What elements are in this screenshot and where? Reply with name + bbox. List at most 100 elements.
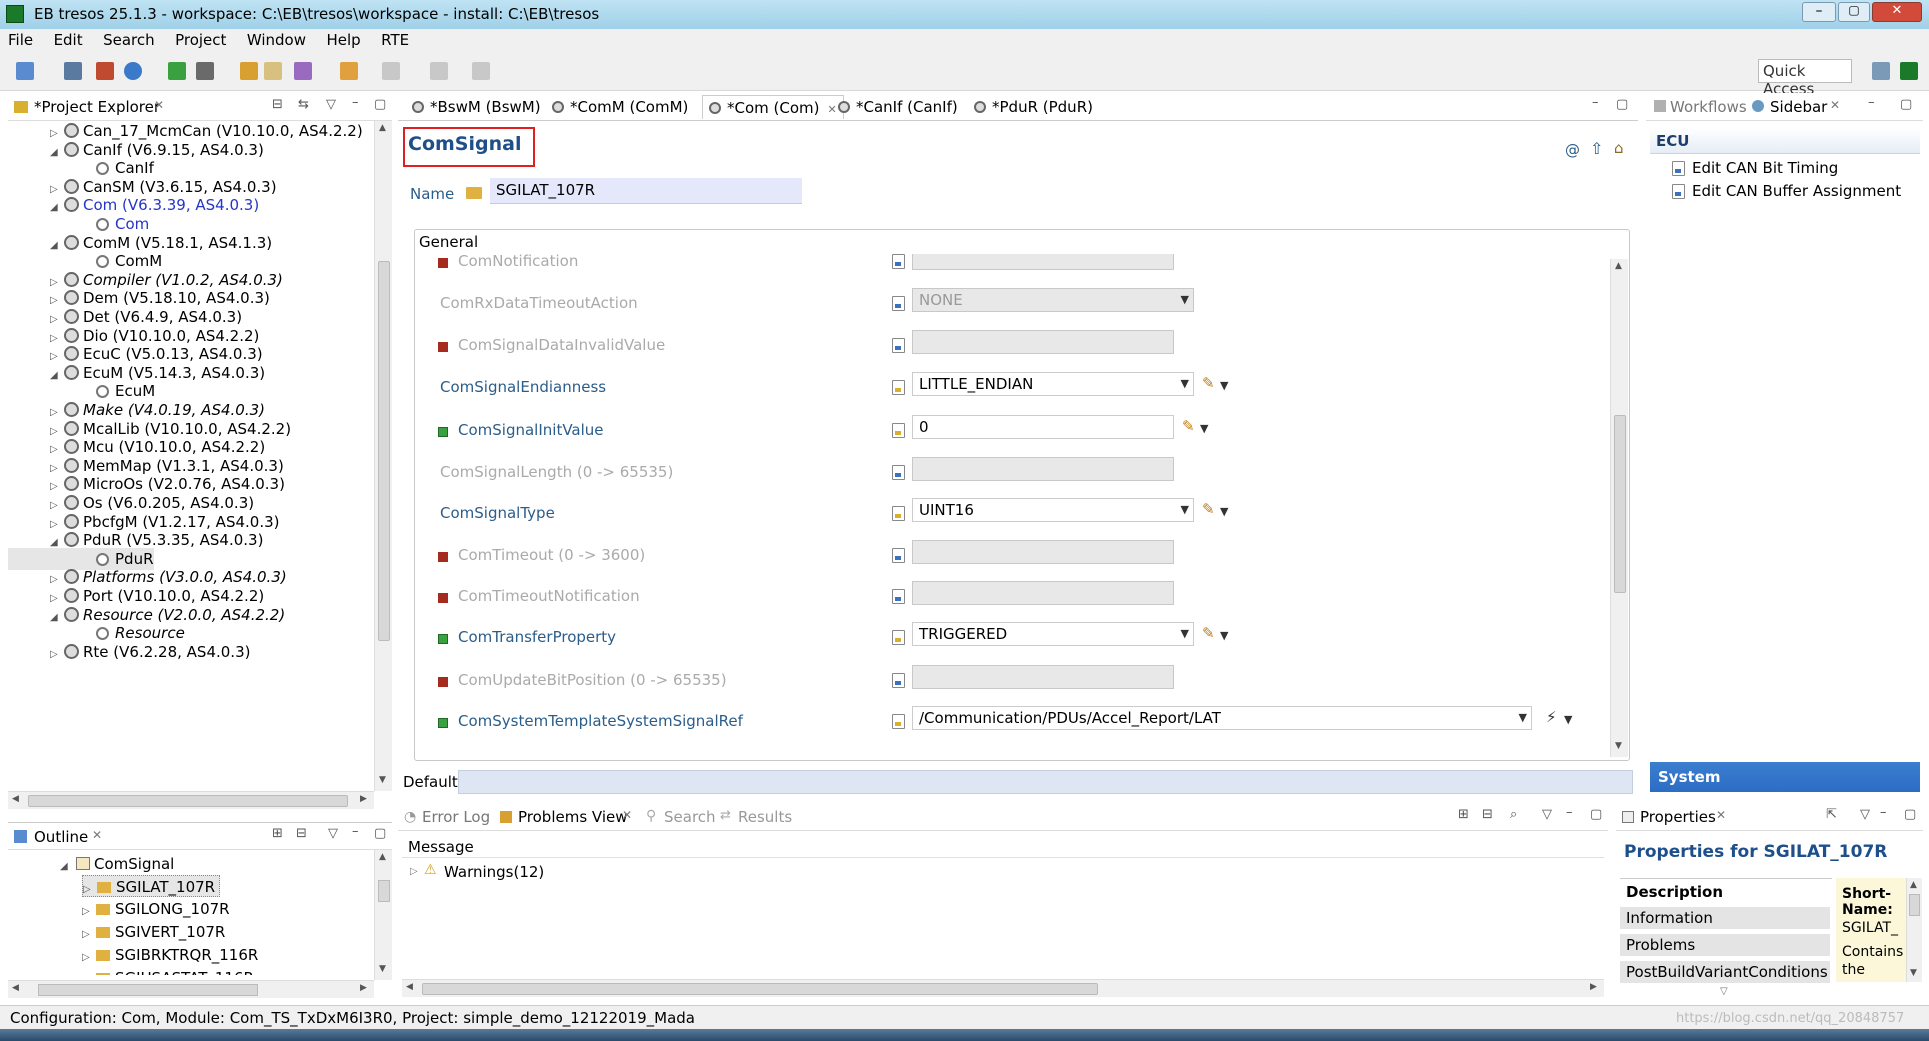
param-field[interactable]: /Communication/PDUs/Accel_Report/LAT ▼ (912, 706, 1532, 730)
pencil-icon[interactable]: ✎ (1202, 500, 1215, 518)
search-tab[interactable]: Search (664, 808, 716, 826)
param-field[interactable]: LITTLE_ENDIAN ▼ (912, 372, 1194, 396)
check-icon[interactable] (168, 62, 186, 80)
minimize-view-icon[interactable]: – (1592, 95, 1599, 110)
outline-title[interactable]: Outline (34, 828, 88, 846)
expand-all-icon[interactable]: ⊞ (272, 826, 283, 841)
editor-tab[interactable]: *Com (Com) ✕ (702, 95, 844, 119)
default-tab[interactable]: Default (403, 773, 458, 791)
help-icon[interactable]: @ (1565, 141, 1580, 159)
menu-file[interactable]: File (0, 29, 41, 49)
close-icon[interactable]: ✕ (154, 98, 164, 112)
menu-edit[interactable]: Edit (46, 29, 91, 49)
outline-hscrollbar[interactable]: ◀ ▶ (8, 980, 374, 998)
maximize-button[interactable]: ▢ (1838, 2, 1870, 22)
dropdown-arrow-icon[interactable]: ▼ (1220, 505, 1228, 518)
param-field[interactable]: UINT16 ▼ (912, 498, 1194, 522)
expand-arrow-icon[interactable]: ▷ (50, 644, 64, 666)
back-icon[interactable] (340, 62, 358, 80)
minimize-view-icon[interactable]: – (1566, 805, 1573, 820)
general-tab[interactable]: General (417, 233, 481, 251)
nav-icon[interactable] (430, 62, 448, 80)
expand-arrow-icon[interactable]: ▷ (410, 866, 418, 877)
problems-view-tab[interactable]: Problems View (518, 808, 628, 826)
dropdown-arrow-icon[interactable]: ▼ (1200, 422, 1208, 435)
tree-item[interactable]: ▷ Rte (V6.2.28, AS4.0.3) (8, 641, 250, 663)
redo-icon[interactable] (264, 62, 282, 80)
scroll-thumb[interactable] (378, 880, 390, 902)
link-editor-icon[interactable]: ⇆ (298, 97, 309, 112)
expand-arrow-icon[interactable]: ▷ (82, 947, 96, 969)
globe-icon[interactable] (124, 62, 142, 80)
forward-icon[interactable] (382, 62, 400, 80)
project-tree-vscrollbar[interactable]: ▲ ▼ (374, 121, 392, 791)
system-section-footer[interactable]: System (1650, 762, 1920, 792)
error-log-tab[interactable]: Error Log (422, 808, 490, 826)
scroll-thumb[interactable] (38, 984, 258, 996)
collapse-all-icon[interactable]: ⊟ (296, 826, 307, 841)
scroll-down-icon[interactable]: ▽ (1720, 986, 1728, 997)
pencil-icon[interactable]: ✎ (1202, 374, 1215, 392)
quick-access-field[interactable]: Quick Access (1758, 59, 1852, 98)
view-menu-icon[interactable]: ▽ (1860, 807, 1870, 822)
properties-section-postbuild[interactable]: PostBuildVariantConditions (1620, 961, 1830, 983)
dropdown-arrow-icon[interactable]: ▼ (1519, 711, 1527, 724)
expand-arrow-icon[interactable]: ▷ (82, 924, 96, 946)
outline-item[interactable]: ▷ SGIBRKTRQR_116R (82, 944, 262, 966)
outline-item[interactable]: ▷ SGIVERT_107R (82, 921, 229, 943)
outline-vscrollbar[interactable]: ▲ ▼ (374, 850, 392, 980)
close-icon[interactable]: ✕ (92, 828, 102, 842)
editor-tab[interactable]: *PduR (PduR) (968, 95, 1099, 119)
expand-arrow-icon[interactable]: ▷ (82, 901, 96, 923)
outline-root[interactable]: ◢ ComSignal (16, 853, 174, 875)
editor-tab[interactable]: *ComM (ComM) (546, 95, 694, 119)
dropdown-arrow-icon[interactable]: ▼ (1220, 379, 1228, 392)
minimize-view-icon[interactable]: – (352, 95, 359, 110)
scroll-thumb[interactable] (1614, 415, 1626, 593)
problems-column-header[interactable]: Message (402, 836, 1604, 858)
minimize-view-icon[interactable]: – (352, 824, 359, 839)
properties-section-information[interactable]: Information (1620, 907, 1830, 929)
dropdown-arrow-icon[interactable]: ▼ (1220, 629, 1228, 642)
param-field[interactable]: TRIGGERED ▼ (912, 622, 1194, 646)
maximize-view-icon[interactable]: ▢ (374, 97, 386, 112)
sidebar-tab[interactable]: Sidebar (1770, 98, 1827, 116)
project-tree-hscrollbar[interactable]: ◀ ▶ (8, 791, 374, 809)
view-menu-icon[interactable]: ▽ (326, 97, 336, 112)
nav2-icon[interactable] (472, 62, 490, 80)
editor-vscrollbar[interactable]: ▲ ▼ (1610, 259, 1628, 757)
properties-tab[interactable]: Properties (1640, 808, 1716, 826)
expand-all-icon[interactable]: ⊞ (1458, 807, 1469, 822)
menu-help[interactable]: Help (318, 29, 368, 49)
wand-icon[interactable] (294, 62, 312, 80)
scroll-thumb[interactable] (378, 261, 390, 641)
home-icon[interactable]: ⌂ (1614, 139, 1624, 157)
save-icon[interactable] (64, 62, 82, 80)
collapse-all-icon[interactable]: ⊟ (272, 97, 283, 112)
expand-arrow-icon[interactable]: ▷ (82, 970, 96, 975)
scroll-thumb[interactable] (1909, 894, 1920, 916)
project-explorer-title[interactable]: *Project Explorer (34, 98, 160, 116)
tresos-perspective-icon[interactable] (1900, 62, 1918, 80)
scroll-thumb[interactable] (422, 983, 1098, 995)
properties-section-description[interactable]: Description (1620, 881, 1830, 903)
minimize-view-icon[interactable]: – (1880, 805, 1887, 820)
menu-window[interactable]: Window (239, 29, 314, 49)
new-icon[interactable] (16, 62, 34, 80)
menu-search[interactable]: Search (95, 29, 163, 49)
filter-icon[interactable]: ⌕ (1510, 807, 1517, 822)
results-tab[interactable]: Results (738, 808, 792, 826)
minimize-view-icon[interactable]: – (1868, 95, 1875, 110)
dropdown-arrow-icon[interactable]: ▼ (1564, 713, 1572, 726)
maximize-view-icon[interactable]: ▢ (374, 826, 386, 841)
build-icon[interactable] (96, 62, 114, 80)
param-field[interactable]: 0 (912, 415, 1174, 439)
close-icon[interactable]: ✕ (1830, 98, 1840, 112)
maximize-view-icon[interactable]: ▢ (1904, 807, 1916, 822)
view-menu-icon[interactable]: ▽ (328, 826, 338, 841)
outline-item[interactable]: ▷ SGILONG_107R (82, 898, 234, 920)
view-menu-icon[interactable]: ▽ (1542, 807, 1552, 822)
workflows-tab[interactable]: Workflows (1670, 98, 1747, 116)
close-icon[interactable]: ✕ (1716, 808, 1726, 822)
properties-section-problems[interactable]: Problems (1620, 934, 1830, 956)
